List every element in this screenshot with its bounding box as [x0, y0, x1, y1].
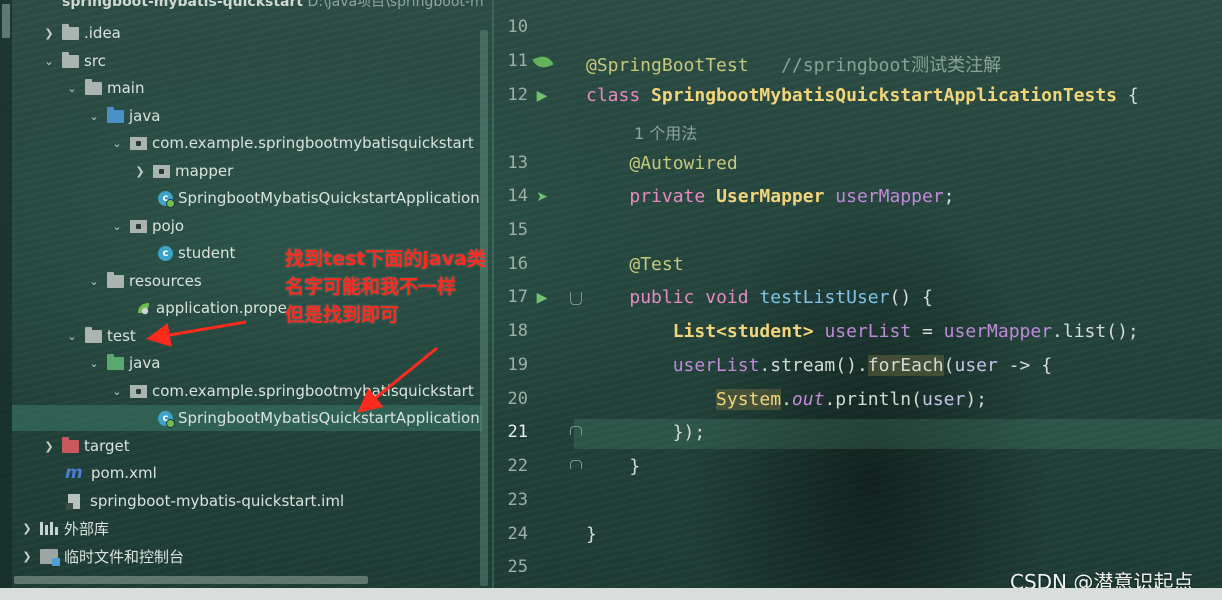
code-line-18: List<student> userList = userMapper.list…	[586, 321, 1139, 342]
line-number: 12	[507, 85, 528, 105]
variable-token: userList	[824, 321, 912, 342]
annotation-token: @SpringBootTest	[586, 55, 749, 76]
line-number: 13	[507, 153, 528, 173]
line-number: 14	[507, 186, 528, 206]
call-token: .list();	[1052, 321, 1139, 342]
semicolon-token: ;	[943, 186, 955, 207]
method-name-token: testListUser	[759, 287, 890, 308]
punct-token: -> {	[997, 355, 1053, 376]
brace-token: {	[1117, 85, 1139, 106]
method-token: forEach	[867, 355, 944, 376]
code-line-21: });	[586, 422, 706, 443]
annotation-line: 名字可能和我不一样	[285, 276, 457, 298]
field-token: userMapper	[835, 186, 944, 207]
bottom-status-bar	[0, 588, 1222, 600]
line-number: 20	[507, 389, 528, 409]
static-field-token: out	[791, 389, 825, 410]
code-line-24: }	[586, 524, 597, 545]
annotation-text: 找到test下面的java类 名字可能和我不一样 但是找到即可	[285, 245, 486, 329]
code-line-19: userList.stream().forEach(user -> {	[586, 355, 1052, 376]
keyword-token: void	[705, 287, 749, 308]
class-name-token: SpringbootMybatisQuickstartApplicationTe…	[651, 85, 1118, 106]
line-number: 23	[507, 490, 528, 510]
punct-token: .	[781, 389, 792, 410]
call-token: .stream().	[759, 355, 868, 376]
type-token: UserMapper	[716, 186, 825, 207]
annotation-token: @Test	[629, 254, 684, 275]
keyword-token: public	[629, 287, 695, 308]
punct-token: );	[965, 389, 988, 410]
run-test-method-icon[interactable]: ▶	[532, 288, 552, 308]
line-number: 15	[507, 220, 528, 240]
call-token: .println(	[824, 389, 922, 410]
brace-token: }	[586, 524, 597, 545]
field-token: userMapper	[943, 321, 1053, 342]
line-number-current: 21	[507, 422, 528, 442]
param-token: user	[921, 389, 966, 410]
keyword-token: class	[586, 85, 641, 106]
code-line-12: class SpringbootMybatisQuickstartApplica…	[586, 85, 1139, 106]
line-number: 10	[507, 17, 528, 37]
param-token: user	[954, 355, 998, 376]
navigate-to-bean-icon[interactable]: ➤	[532, 187, 552, 207]
fold-end-marker-icon[interactable]	[570, 460, 582, 469]
line-number: 11	[507, 51, 528, 71]
code-line-16: @Test	[586, 254, 684, 275]
line-number: 17	[507, 287, 528, 307]
code-line-22: }	[586, 456, 640, 477]
annotation-line: 找到test下面的java类	[285, 248, 486, 270]
punct-token: () {	[889, 287, 933, 308]
usage-hint[interactable]: 1 个用法	[634, 120, 697, 144]
fold-marker-icon[interactable]	[570, 292, 582, 305]
code-line-11: @SpringBootTest //springboot测试类注解	[586, 51, 1001, 77]
comment-token: //springboot测试类注解	[781, 55, 1002, 76]
type-token: List	[672, 321, 717, 342]
spring-bean-gutter-icon[interactable]	[532, 53, 554, 71]
annotation-token: @Autowired	[629, 153, 738, 174]
code-line-17: public void testListUser() {	[586, 287, 933, 308]
code-line-20: System.out.println(user);	[586, 389, 987, 410]
code-line-13: @Autowired	[586, 153, 738, 174]
line-number: 19	[507, 355, 528, 375]
line-number: 24	[507, 524, 528, 544]
class-token: System	[716, 389, 782, 410]
arrow-to-test-class	[357, 346, 438, 413]
code-line-14: private UserMapper userMapper;	[586, 186, 955, 207]
punct-token: =	[911, 321, 944, 342]
line-number: 22	[507, 456, 528, 476]
arrow-to-test-folder	[146, 320, 247, 347]
line-number: 25	[507, 557, 528, 577]
code-editor[interactable]: 10 11 12 13 14 15 16 17 18 19 20 21 22 2…	[494, 0, 1222, 588]
generic-token: <student>	[716, 321, 814, 342]
brace-token: }	[629, 456, 641, 477]
fold-end-marker-icon[interactable]	[570, 426, 582, 435]
run-test-class-icon[interactable]: ▶	[532, 86, 552, 106]
variable-token: userList	[672, 355, 760, 376]
punct-token: (	[943, 355, 955, 376]
keyword-token: private	[629, 186, 706, 207]
line-number: 16	[507, 254, 528, 274]
annotation-line: 但是找到即可	[285, 304, 400, 326]
line-number: 18	[507, 321, 528, 341]
punct-token: });	[672, 422, 706, 443]
